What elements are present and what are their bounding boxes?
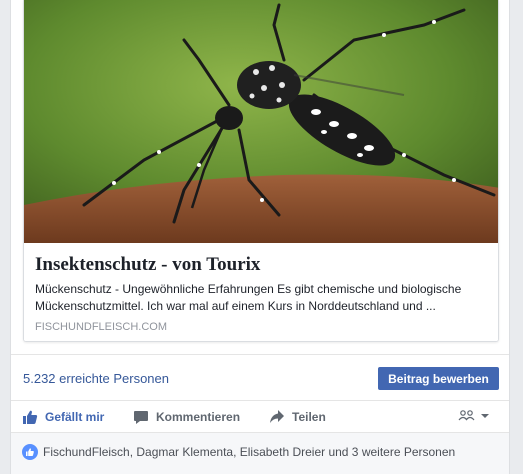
link-preview[interactable]: Insektenschutz - von Tourix Mückenschutz… (23, 0, 499, 342)
comment-label: Kommentieren (156, 409, 241, 424)
share-arrow-icon (270, 409, 284, 423)
boost-post-button[interactable]: Beitrag bewerben (378, 367, 499, 390)
link-description: Mückenschutz - Ungewöhnliche Erfahrungen… (35, 282, 462, 313)
link-preview-text[interactable]: Insektenschutz - von Tourix Mückenschutz… (24, 243, 498, 341)
likes-names[interactable]: FischundFleisch, Dagmar Klementa, Elisab… (43, 445, 455, 459)
post-stats-row: 5.232 erreichte Personen Beitrag bewerbe… (11, 354, 509, 401)
comment-button[interactable]: Kommentieren (133, 401, 240, 432)
audience-selector[interactable] (458, 409, 491, 423)
share-button[interactable]: Teilen (269, 401, 326, 432)
link-title[interactable]: Insektenschutz - von Tourix (35, 254, 260, 276)
post-card: Insektenschutz - von Tourix Mückenschutz… (10, 0, 510, 474)
like-button[interactable]: Gefällt mir (22, 401, 104, 432)
reach-count[interactable]: 5.232 erreichte Personen (23, 371, 169, 386)
like-reaction-icon (22, 444, 38, 460)
thumbs-up-icon (23, 410, 38, 424)
mosquito-photo[interactable] (24, 0, 499, 243)
friends-icon (458, 410, 475, 421)
share-label: Teilen (292, 409, 326, 424)
chevron-down-icon (481, 414, 489, 418)
like-label: Gefällt mir (45, 409, 105, 424)
post-action-bar: Gefällt mir Kommentieren Teilen (11, 401, 509, 433)
link-domain: FISCHUNDFLEISCH.COM (35, 321, 168, 333)
comment-icon (134, 410, 148, 424)
likes-summary: FischundFleisch, Dagmar Klementa, Elisab… (11, 433, 509, 474)
